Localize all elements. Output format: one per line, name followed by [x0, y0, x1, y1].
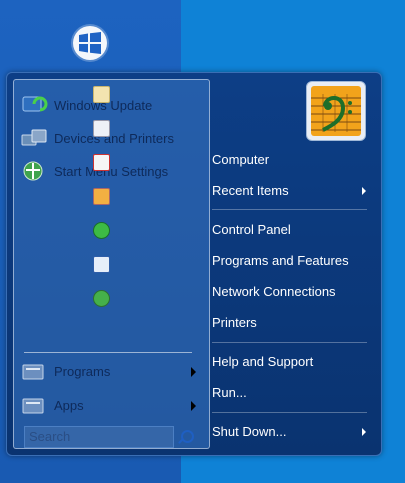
start-menu-left-pane: Windows Update Devices and Printers Star…	[13, 79, 210, 449]
paint-icon[interactable]	[93, 188, 110, 205]
menu-item-apps[interactable]: Apps	[14, 392, 204, 418]
left-separator	[24, 352, 192, 353]
menu-item-label: Apps	[54, 397, 84, 413]
menu-item-help-and-support[interactable]: Help and Support	[212, 351, 372, 373]
devices-printers-icon	[20, 127, 48, 149]
font-icon[interactable]	[93, 120, 110, 137]
start-button[interactable]	[73, 26, 107, 60]
menu-item-shut-down[interactable]: Shut Down...	[212, 421, 372, 443]
menu-item-label: Programs	[54, 363, 111, 379]
menu-item-label: Start Menu Settings	[54, 163, 169, 179]
start-menu-settings-icon	[20, 160, 48, 182]
chevron-right-icon	[191, 401, 196, 411]
green-app-icon[interactable]	[93, 290, 110, 307]
right-separator	[212, 209, 367, 210]
fms-icon[interactable]	[93, 154, 110, 171]
word-icon[interactable]	[93, 256, 110, 273]
menu-item-printers[interactable]: Printers	[212, 312, 372, 334]
bass-clef-icon	[311, 94, 361, 132]
chevron-right-icon	[362, 187, 366, 195]
chevron-right-icon	[191, 367, 196, 377]
menu-item-programs-and-features[interactable]: Programs and Features	[212, 250, 372, 272]
windows-update-icon	[20, 94, 48, 116]
note-icon[interactable]	[93, 86, 110, 103]
chevron-right-icon	[362, 428, 366, 436]
ie-icon[interactable]	[93, 222, 110, 239]
menu-item-label: Recent Items	[212, 183, 289, 198]
programs-folder-icon	[20, 360, 48, 382]
menu-item-control-panel[interactable]: Control Panel	[212, 219, 372, 241]
user-avatar[interactable]	[306, 81, 366, 141]
menu-item-recent-items[interactable]: Recent Items	[212, 180, 372, 202]
pinned-apps-column	[93, 86, 110, 324]
menu-item-programs[interactable]: Programs	[14, 358, 204, 384]
search-input[interactable]: Search	[24, 426, 174, 448]
search-icon[interactable]	[181, 430, 194, 443]
avatar-image	[311, 86, 361, 136]
start-menu: Windows Update Devices and Printers Star…	[6, 72, 382, 456]
menu-item-network-connections[interactable]: Network Connections	[212, 281, 372, 303]
apps-folder-icon	[20, 394, 48, 416]
windows-logo-icon	[79, 32, 101, 54]
menu-item-label: Devices and Printers	[54, 130, 174, 146]
menu-item-computer[interactable]: Computer	[212, 149, 372, 171]
menu-item-run[interactable]: Run...	[212, 382, 372, 404]
menu-item-label: Shut Down...	[212, 424, 287, 439]
right-separator	[212, 342, 367, 343]
right-separator	[212, 412, 367, 413]
